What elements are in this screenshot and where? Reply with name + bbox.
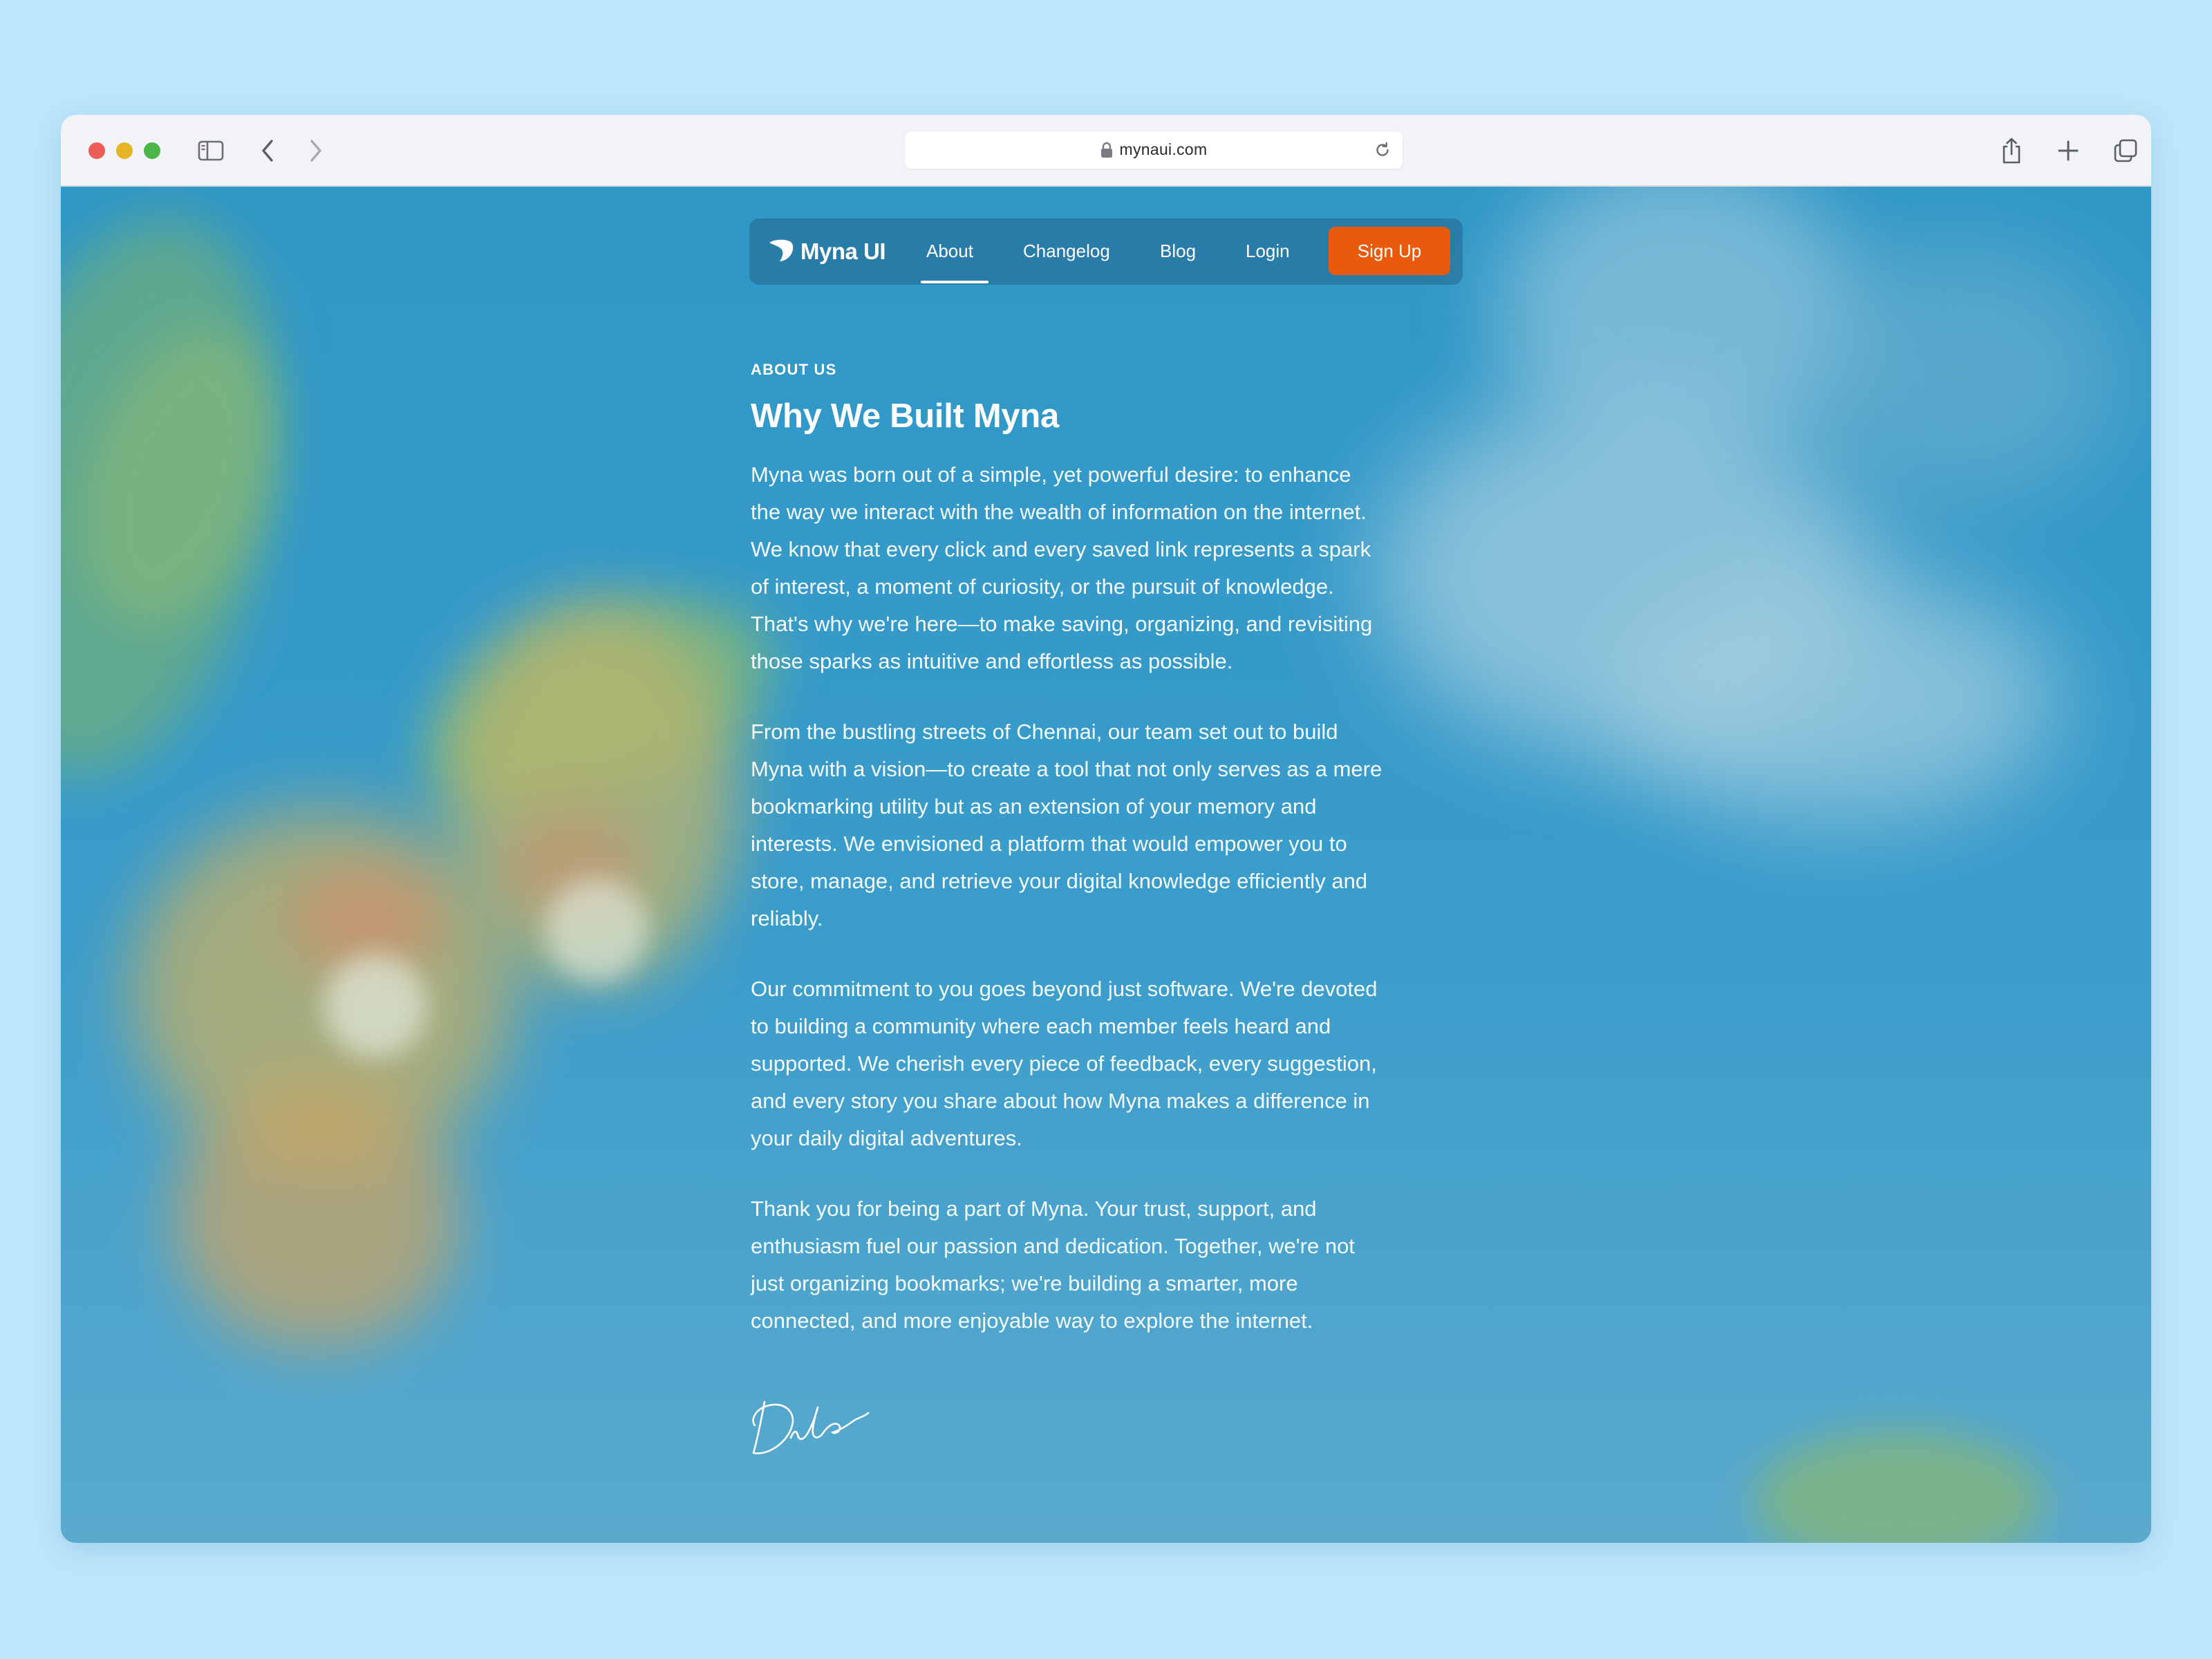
paragraph-line: bookmarking utility but as an extension …: [751, 794, 1317, 818]
paragraph-line: Thank you for being a part of Myna. Your…: [751, 1197, 1317, 1221]
paragraph-2: From the bustling streets of Chennai, ou…: [751, 713, 1477, 937]
nav-link-blog[interactable]: Blog: [1160, 241, 1196, 262]
paragraph-line: store, manage, and retrieve your digital…: [751, 869, 1368, 893]
site-navbar: Myna UI About Changelog Blog Login Sign …: [749, 218, 1463, 285]
page-viewport: Myna UI About Changelog Blog Login Sign …: [61, 187, 2151, 1543]
myna-logo-icon: [767, 238, 795, 265]
paragraph-line: Myna was born out of a simple, yet power…: [751, 462, 1351, 487]
address-url: mynaui.com: [1119, 140, 1208, 158]
paragraph-line: of interest, a moment of curiosity, or t…: [751, 574, 1334, 599]
paragraph-line: supported. We cherish every piece of fee…: [751, 1051, 1377, 1076]
reload-icon[interactable]: [1374, 141, 1391, 162]
tabs-overview-icon[interactable]: [2110, 135, 2141, 166]
brand-logo[interactable]: Myna UI: [767, 234, 886, 270]
active-nav-indicator: [921, 281, 988, 283]
brand-name: Myna UI: [800, 238, 886, 264]
nav-link-about[interactable]: About: [926, 241, 973, 262]
about-section: ABOUT US Why We Built Myna Myna was born…: [751, 361, 1477, 1340]
paragraph-line: and every story you share about how Myna…: [751, 1089, 1370, 1113]
page-title: Why We Built Myna: [751, 397, 1059, 435]
paragraph-line: just organizing bookmarks; we're buildin…: [751, 1271, 1298, 1295]
paragraph-line: your daily digital adventures.: [751, 1126, 1022, 1150]
address-bar[interactable]: mynaui.com: [905, 131, 1403, 169]
new-tab-icon[interactable]: [2053, 135, 2083, 166]
back-icon[interactable]: [253, 135, 283, 166]
paragraph-line: the way we interact with the wealth of i…: [751, 500, 1367, 524]
forward-icon[interactable]: [300, 135, 330, 166]
paragraph-line: That's why we're here—to make saving, or…: [751, 612, 1373, 636]
nav-link-changelog[interactable]: Changelog: [1023, 241, 1110, 262]
section-eyebrow: ABOUT US: [751, 361, 837, 378]
paragraph-1: Myna was born out of a simple, yet power…: [751, 456, 1477, 680]
signature: [748, 1389, 879, 1468]
paragraph-line: connected, and more enjoyable way to exp…: [751, 1309, 1313, 1333]
sign-up-button[interactable]: Sign Up: [1329, 227, 1450, 275]
paragraph-line: interests. We envisioned a platform that…: [751, 832, 1347, 856]
paragraph-line: enthusiasm fuel our passion and dedicati…: [751, 1234, 1355, 1258]
paragraph-line: to building a community where each membe…: [751, 1014, 1331, 1038]
share-icon[interactable]: [1996, 135, 2027, 166]
browser-window: mynaui.com Myna UI About Changelog Blog …: [61, 115, 2151, 1543]
paragraph-4: Thank you for being a part of Myna. Your…: [751, 1190, 1477, 1340]
paragraph-line: those sparks as intuitive and effortless…: [751, 649, 1233, 673]
paragraph-line: We know that every click and every saved…: [751, 537, 1371, 561]
nav-link-login[interactable]: Login: [1246, 241, 1290, 262]
paragraph-line: reliably.: [751, 906, 823, 930]
paragraph-line: From the bustling streets of Chennai, ou…: [751, 720, 1338, 744]
sidebar-icon[interactable]: [196, 135, 226, 166]
minimize-window-button[interactable]: [116, 142, 133, 159]
zoom-window-button[interactable]: [144, 142, 160, 159]
paragraph-line: Myna with a vision—to create a tool that…: [751, 757, 1382, 781]
browser-toolbar: mynaui.com: [61, 115, 2151, 187]
paragraph-line: Our commitment to you goes beyond just s…: [751, 977, 1378, 1001]
close-window-button[interactable]: [88, 142, 105, 159]
paragraph-3: Our commitment to you goes beyond just s…: [751, 971, 1477, 1157]
